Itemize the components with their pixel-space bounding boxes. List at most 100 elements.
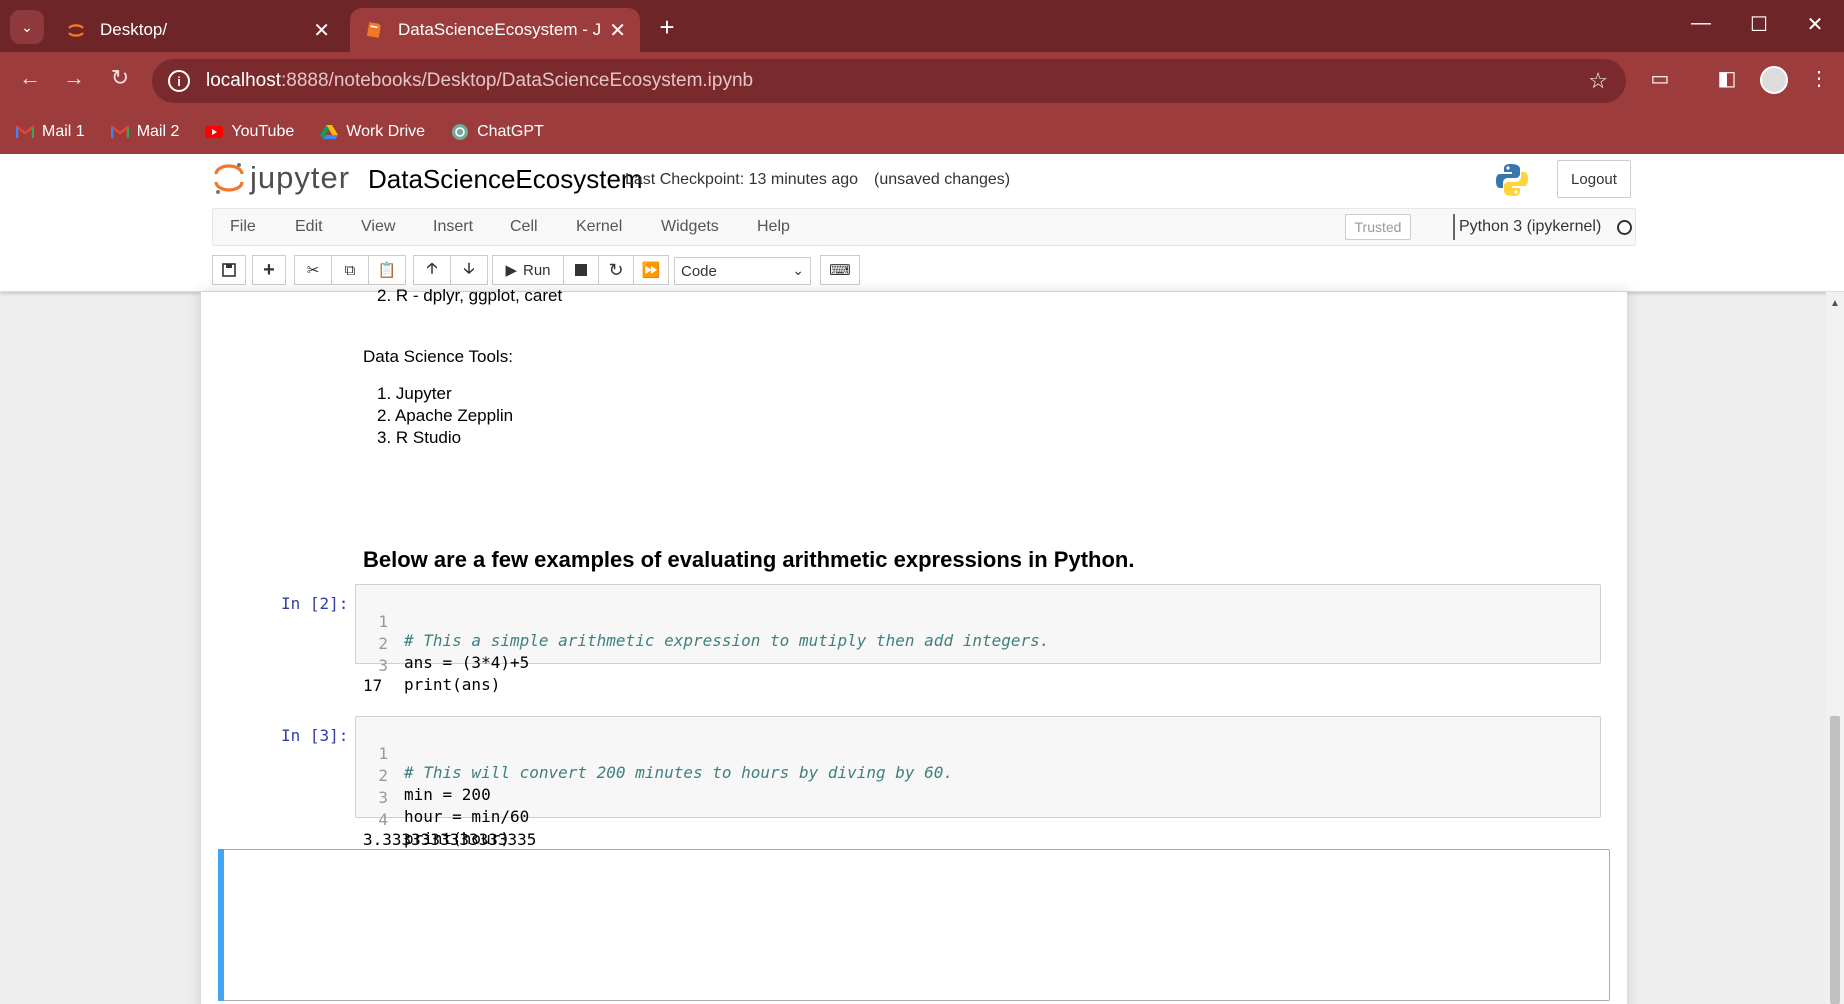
forward-arrow-icon[interactable]: → (58, 65, 90, 91)
arrow-up-icon: 🡡 (426, 259, 438, 277)
bookmark-chatgpt[interactable]: ChatGPT (451, 123, 544, 141)
site-info-icon[interactable]: i (168, 70, 190, 92)
code-line: 2 min = 200 (356, 747, 490, 804)
last-checkpoint-text: Last Checkpoint: 13 minutes ago (625, 171, 859, 188)
maximize-window-icon[interactable]: ☐ (1744, 12, 1774, 37)
chatgpt-icon (452, 124, 469, 140)
code-cell-editor[interactable]: 1 # This a simple arithmetic expression … (355, 584, 1601, 694)
cut-button[interactable]: ✂ (294, 255, 332, 285)
line-number: 4 (378, 810, 388, 829)
code-line: 4 print(hour) (356, 791, 510, 848)
minimize-window-icon[interactable]: — (1686, 12, 1716, 35)
cell-type-select[interactable]: Code ⌄ (674, 257, 811, 285)
jupyter-favicon-icon (68, 24, 84, 37)
bookmark-mail-2[interactable]: Mail 2 (110, 123, 180, 141)
notebook-title[interactable]: DataScienceEcosystem (368, 164, 643, 195)
notebook-container: 2. R - dplyr, ggplot, caret Data Science… (201, 286, 1627, 1004)
side-panel-icon[interactable]: ◧ (1712, 66, 1742, 91)
bookmark-mail-1[interactable]: Mail 1 (16, 123, 85, 141)
menu-kernel[interactable]: Kernel (576, 218, 622, 236)
bookmark-work-drive[interactable]: Work Drive (320, 123, 425, 141)
scroll-up-icon[interactable]: ▲ (1830, 298, 1840, 309)
cell-type-value: Code (681, 262, 717, 280)
menu-insert[interactable]: Insert (433, 218, 473, 236)
python-logo-icon (1496, 164, 1528, 196)
run-button[interactable]: ▶ Run (492, 255, 564, 285)
page-scrollbar[interactable]: ▲ (1826, 292, 1844, 1004)
menubar: File Edit View Insert Cell Kernel Widget… (212, 208, 1636, 246)
selected-cell-border[interactable] (218, 849, 1610, 1001)
close-window-icon[interactable]: ✕ (1800, 12, 1830, 37)
save-icon (222, 263, 236, 277)
menu-view[interactable]: View (361, 218, 395, 236)
browser-tab-strip: ⌄ Desktop/ ✕ DataScienceEcosystem - Jupy… (0, 0, 1844, 52)
menu-file[interactable]: File (230, 218, 256, 236)
tab-title: Desktop/ (100, 20, 168, 39)
scrollbar-thumb[interactable] (1830, 716, 1840, 1004)
move-down-button[interactable]: 🡣 (450, 255, 488, 285)
close-tab-icon[interactable]: ✕ (609, 18, 626, 43)
paste-button[interactable]: 📋 (368, 255, 406, 285)
extensions-puzzle-icon[interactable]: ▭ (1645, 66, 1675, 91)
menubar-container: File Edit View Insert Cell Kernel Widget… (0, 208, 1844, 246)
tab-datascienceecosystem[interactable]: DataScienceEcosystem - Jupyter ✕ (350, 8, 640, 52)
tab-title: DataScienceEcosystem - Jupyter (398, 20, 602, 39)
jupyter-logo[interactable]: jupyter (214, 160, 350, 196)
code-line: 3 hour = min/60 (356, 769, 529, 826)
bookmark-star-icon[interactable]: ☆ (1588, 68, 1608, 94)
markdown-list-item: 2. R - dplyr, ggplot, caret (377, 286, 563, 305)
interrupt-button[interactable] (563, 255, 599, 285)
tool-item: 1. Jupyter (377, 384, 452, 403)
tools-heading: Data Science Tools: (363, 347, 513, 366)
chevron-down-icon: ⌄ (21, 18, 33, 35)
gmail-icon (16, 125, 34, 138)
code-cell-editor[interactable]: 1 # This will convert 200 minutes to hou… (355, 716, 1601, 848)
bookmark-label: ChatGPT (477, 123, 544, 140)
reload-icon[interactable]: ↻ (104, 65, 136, 91)
code-line: 3 print(ans) (356, 637, 500, 694)
profile-avatar[interactable] (1760, 66, 1788, 94)
copy-button[interactable]: ⧉ (331, 255, 369, 285)
kernel-name[interactable]: Python 3 (ipykernel) (1453, 214, 1601, 240)
restart-button[interactable]: ↻ (598, 255, 634, 285)
jupyter-page: jupyter DataScienceEcosystem Last Checkp… (0, 154, 1844, 1004)
menu-widgets[interactable]: Widgets (661, 218, 719, 236)
google-drive-icon (320, 125, 339, 139)
menu-help[interactable]: Help (757, 218, 790, 236)
save-button[interactable] (212, 255, 246, 285)
unsaved-changes-text: (unsaved changes) (874, 171, 1011, 188)
code-line: 2 ans = (3*4)+5 (356, 615, 529, 672)
bookmark-label: YouTube (231, 123, 295, 140)
back-arrow-icon[interactable]: ← (14, 65, 46, 91)
close-tab-icon[interactable]: ✕ (313, 18, 330, 43)
code-text: print(ans) (404, 675, 501, 694)
menu-cell[interactable]: Cell (510, 218, 538, 236)
browser-toolbar: ← → ↻ i localhost:8888/notebooks/Desktop… (0, 52, 1844, 110)
url-text[interactable]: localhost:8888/notebooks/Desktop/DataSci… (206, 70, 753, 92)
trusted-indicator[interactable]: Trusted (1345, 214, 1411, 240)
tool-item: 2. Apache Zepplin (377, 406, 514, 425)
tab-search-button[interactable]: ⌄ (10, 10, 44, 44)
more-options-icon[interactable]: ⋮ (1804, 66, 1834, 91)
cell-output: 17 (363, 676, 383, 695)
command-palette-button[interactable]: ⌨ (820, 255, 860, 285)
code-text: # This a simple arithmetic expression to… (404, 631, 1050, 650)
notebook-favicon-icon (366, 22, 381, 38)
chevron-down-icon: ⌄ (792, 262, 804, 278)
tab-desktop[interactable]: Desktop/ ✕ (52, 8, 344, 52)
menu-edit[interactable]: Edit (295, 218, 323, 236)
code-line: 1 # This will convert 200 minutes to hou… (356, 725, 953, 782)
insert-cell-button[interactable]: + (252, 255, 286, 285)
logout-button[interactable]: Logout (1557, 160, 1631, 198)
bookmark-label: Mail 2 (136, 123, 180, 140)
address-bar[interactable]: i localhost:8888/notebooks/Desktop/DataS… (152, 59, 1626, 103)
cell-output: 3.3333333333333335 (363, 830, 537, 849)
restart-run-all-button[interactable]: ⏩ (633, 255, 669, 285)
new-tab-button[interactable]: + (652, 12, 682, 43)
url-path: :8888/notebooks/Desktop/DataScienceEcosy… (281, 70, 754, 91)
youtube-icon (205, 126, 224, 138)
arithmetic-heading: Below are a few examples of evaluating a… (363, 547, 1135, 572)
bookmark-youtube[interactable]: YouTube (205, 123, 294, 141)
move-up-button[interactable]: 🡡 (413, 255, 451, 285)
cell-prompt: In [2]: (281, 594, 349, 613)
